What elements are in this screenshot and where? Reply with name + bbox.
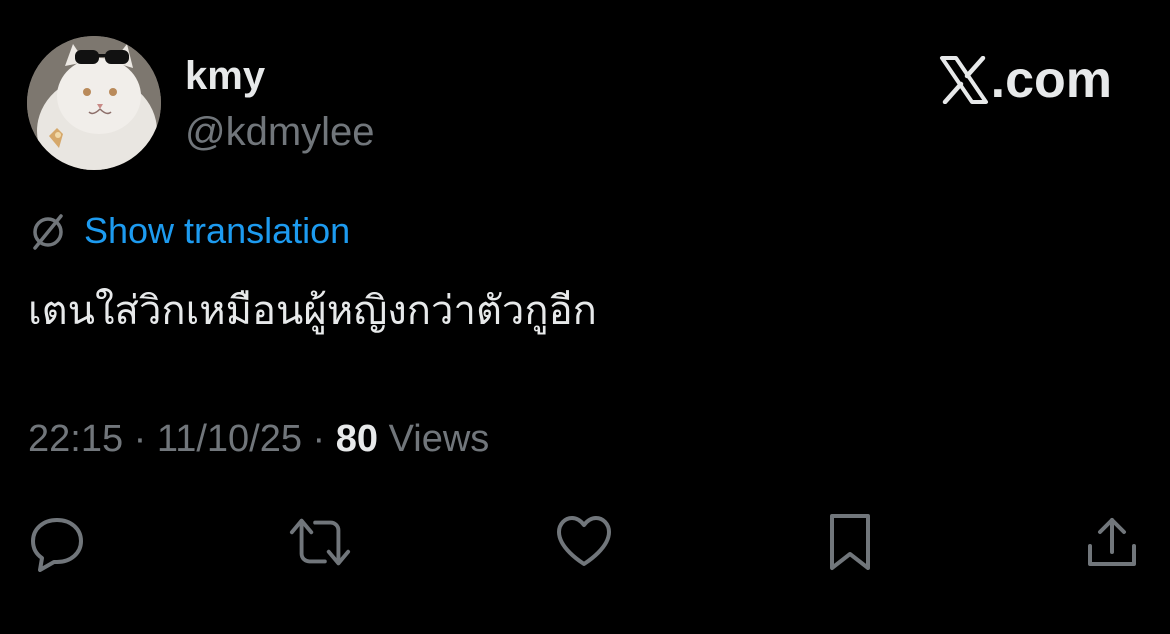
- tweet-text: เตนใส่วิกเหมือนผู้หญิงกว่าตัวกูอีก: [28, 288, 597, 334]
- x-logo-icon: [939, 56, 988, 104]
- tweet-meta: 22:15 · 11/10/25 · 80 Views: [28, 418, 489, 461]
- meta-separator: ·: [123, 418, 157, 460]
- bookmark-button[interactable]: [818, 510, 882, 574]
- author-handle[interactable]: @kdmylee: [185, 110, 375, 155]
- brand-watermark: .com: [939, 50, 1112, 110]
- brand-domain: .com: [990, 51, 1112, 109]
- views-count: 80: [335, 418, 379, 460]
- translate-icon: [33, 214, 63, 250]
- views-label: Views: [378, 418, 490, 460]
- share-button[interactable]: [1080, 510, 1144, 574]
- retweet-button[interactable]: [288, 510, 352, 574]
- retweet-icon: [289, 518, 351, 566]
- heart-icon: [557, 516, 611, 566]
- cat-avatar-icon: [27, 36, 161, 170]
- reply-button[interactable]: [25, 510, 89, 574]
- share-icon: [1088, 518, 1136, 566]
- meta-separator: ·: [301, 418, 336, 460]
- show-translation-link[interactable]: Show translation: [84, 210, 350, 252]
- action-bar: [0, 510, 1170, 580]
- avatar[interactable]: [27, 36, 161, 170]
- reply-icon: [31, 518, 83, 572]
- bookmark-icon: [830, 514, 870, 570]
- translation-row[interactable]: Show translation: [28, 210, 350, 252]
- author-display-name[interactable]: kmy: [185, 54, 265, 99]
- tweet-time[interactable]: 22:15: [28, 418, 123, 460]
- tweet-date[interactable]: 11/10/25: [157, 418, 302, 460]
- like-button[interactable]: [552, 510, 616, 574]
